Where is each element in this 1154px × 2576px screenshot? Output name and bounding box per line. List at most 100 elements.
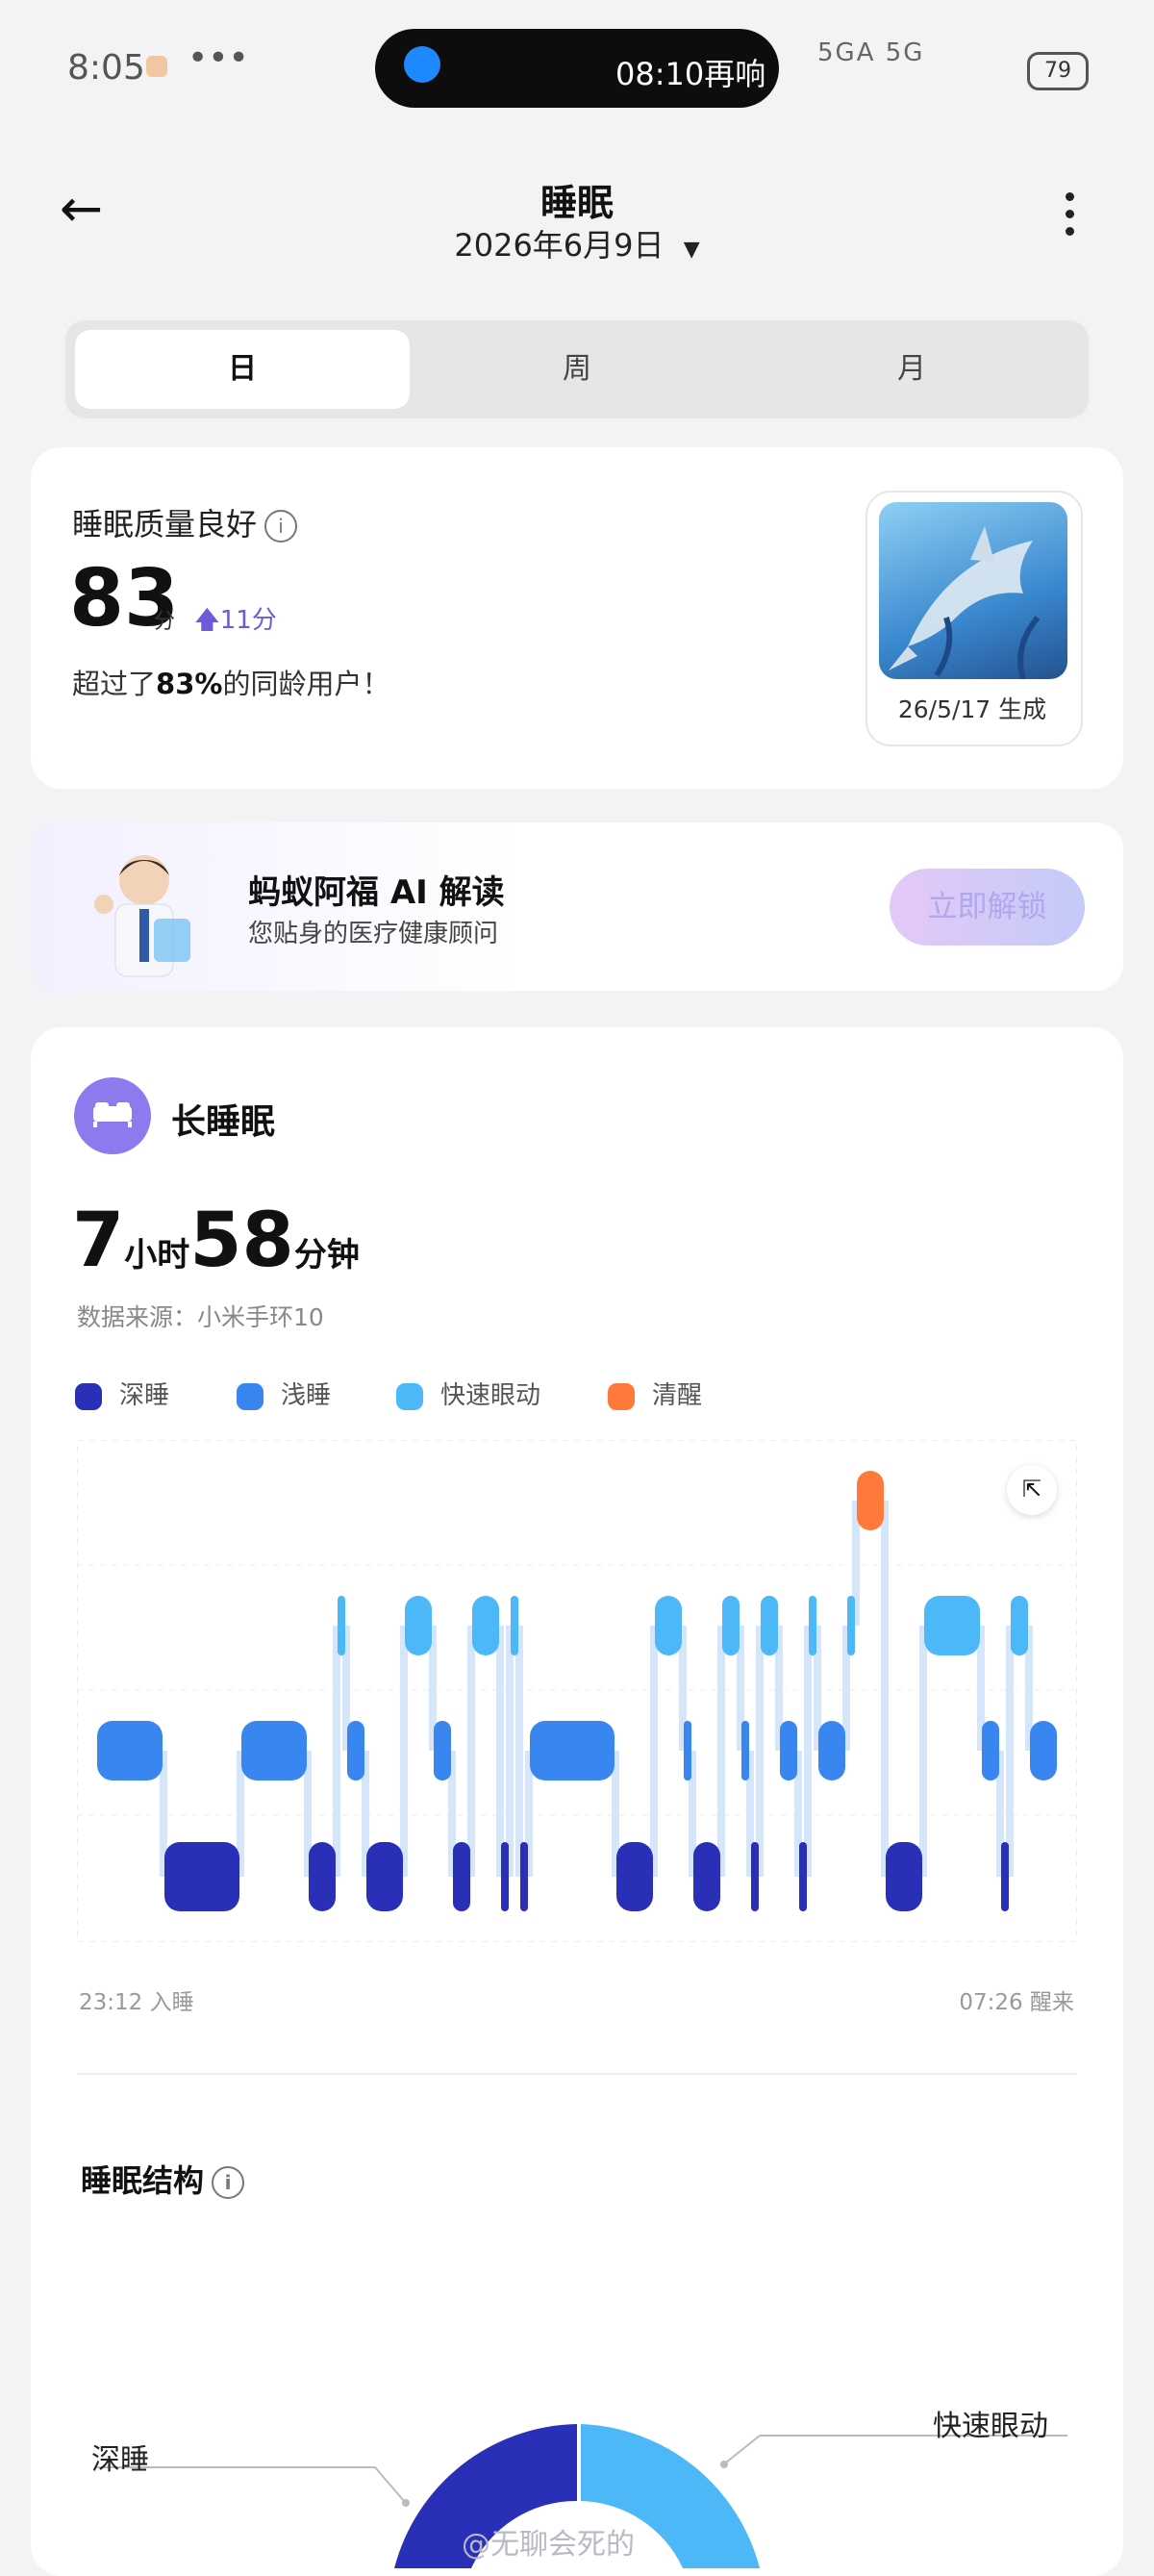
stage-segment (338, 1596, 345, 1655)
data-source: 数据来源：小米手环10 (77, 1303, 324, 1331)
legend-awake: 清醒 (608, 1376, 702, 1411)
watermark: @无聊会死的 (462, 2528, 635, 2562)
stage-segment (684, 1721, 691, 1780)
stage-segment (472, 1596, 499, 1655)
stage-segment (616, 1842, 653, 1911)
duration-hours-unit: 小时 (124, 1236, 190, 1275)
alarm-snooze-text: 08:10再响 (615, 56, 766, 92)
hypnogram-chart[interactable]: ⇱ (77, 1440, 1077, 1942)
stage-transition (515, 1626, 523, 1877)
score-delta-value: 11分 (219, 606, 277, 635)
sleep-type-label: 长睡眠 (171, 1102, 276, 1142)
date-picker[interactable]: 2026年6月9日 ▼ (0, 221, 1154, 265)
divider (77, 2073, 1077, 2075)
legend-light: 浅睡 (237, 1376, 331, 1411)
legend-swatch (237, 1382, 263, 1410)
structure-title: 睡眠结构 (81, 2162, 205, 2199)
legend-deep: 深睡 (75, 1376, 169, 1411)
info-icon[interactable]: i (264, 510, 298, 543)
legend-label: 清醒 (652, 1381, 703, 1410)
stage-segment (1030, 1721, 1057, 1780)
exceed-text: 超过了83%的同龄用户！ (72, 662, 389, 702)
tab-month[interactable]: 月 (744, 330, 1079, 409)
donut-label-deep: 深睡 (91, 2443, 149, 2477)
stage-segment (405, 1596, 432, 1655)
stage-segment (693, 1842, 720, 1911)
doctor-avatar-icon (87, 846, 202, 991)
score-unit: 分 (154, 610, 176, 634)
stage-segment (857, 1471, 884, 1530)
status-overflow: ••• (188, 38, 249, 78)
exceed-value: 83% (156, 668, 223, 700)
ai-subtitle: 您贴身的医疗健康顾问 (248, 920, 499, 948)
legend-swatch (608, 1382, 635, 1410)
stage-segment (366, 1842, 403, 1911)
stage-segment (761, 1596, 778, 1655)
stage-transition (496, 1626, 504, 1877)
stage-transition (1006, 1626, 1014, 1877)
date-label: 2026年6月9日 (454, 227, 665, 264)
legend-label: 深睡 (119, 1381, 170, 1410)
stage-segment (924, 1596, 980, 1655)
duration-minutes-unit: 分钟 (293, 1236, 360, 1275)
stage-segment (818, 1721, 845, 1780)
stage-segment (309, 1842, 336, 1911)
stage-segment (982, 1721, 999, 1780)
hypnogram-svg (77, 1440, 1077, 1942)
more-menu-icon[interactable] (1066, 192, 1077, 244)
stage-segment (520, 1842, 528, 1911)
quality-title-row: 睡眠质量良好 i (72, 500, 298, 544)
caret-down-icon: ▼ (683, 238, 700, 262)
shark-image (879, 502, 1067, 679)
exceed-suffix: 的同龄用户！ (222, 668, 390, 700)
stage-segment (780, 1721, 797, 1780)
legend-rem: 快速眼动 (396, 1376, 540, 1411)
stage-segment (530, 1721, 615, 1780)
stage-segment (741, 1721, 749, 1780)
signal-icons: 5GA 5G (817, 38, 925, 67)
art-caption: 26/5/17 生成 (897, 695, 1047, 723)
stage-segment (655, 1596, 682, 1655)
quality-title: 睡眠质量良好 (72, 506, 258, 543)
stage-segment (164, 1842, 239, 1911)
info-icon[interactable]: i (212, 2166, 245, 2199)
exceed-prefix: 超过了 (72, 668, 157, 700)
sleep-start-label: 23:12 入睡 (79, 1990, 194, 2015)
stage-transition (333, 1626, 340, 1877)
stage-transition (881, 1501, 889, 1877)
page-title: 睡眠 (539, 182, 614, 224)
stage-segment (501, 1842, 509, 1911)
period-tabs: 日 周 月 (65, 320, 1089, 418)
stage-transition (400, 1626, 408, 1877)
unlock-button[interactable]: 立即解锁 (890, 869, 1085, 946)
stage-segment (453, 1842, 470, 1911)
stage-transition (919, 1626, 927, 1877)
tab-week[interactable]: 周 (410, 330, 744, 409)
stage-segment (722, 1596, 740, 1655)
stage-segment (1001, 1842, 1009, 1911)
stage-transition (756, 1626, 764, 1877)
stage-segment (1011, 1596, 1028, 1655)
stage-segment (809, 1596, 816, 1655)
ai-title: 蚂蚁阿福 AI 解读 (248, 873, 505, 912)
stage-transition (650, 1626, 658, 1877)
tab-day[interactable]: 日 (75, 330, 410, 409)
duration-hours: 7 (72, 1198, 125, 1284)
stage-segment (847, 1596, 855, 1655)
stage-transition (506, 1626, 514, 1877)
bed-icon (74, 1077, 151, 1154)
stage-segment (97, 1721, 163, 1780)
notification-icon (146, 56, 167, 77)
score-delta: 🡅11分 (194, 600, 277, 644)
expand-icon[interactable]: ⇱ (1007, 1465, 1057, 1515)
stage-transition (717, 1626, 725, 1877)
stage-segment (434, 1721, 451, 1780)
stage-transition (467, 1626, 475, 1877)
alarm-icon (404, 46, 440, 83)
legend-label: 浅睡 (281, 1381, 332, 1410)
legend-swatch (75, 1382, 102, 1410)
stage-segment (347, 1721, 364, 1780)
battery-icon: 79 (1027, 52, 1089, 90)
stage-segment (241, 1721, 307, 1780)
legend-swatch (396, 1382, 423, 1410)
